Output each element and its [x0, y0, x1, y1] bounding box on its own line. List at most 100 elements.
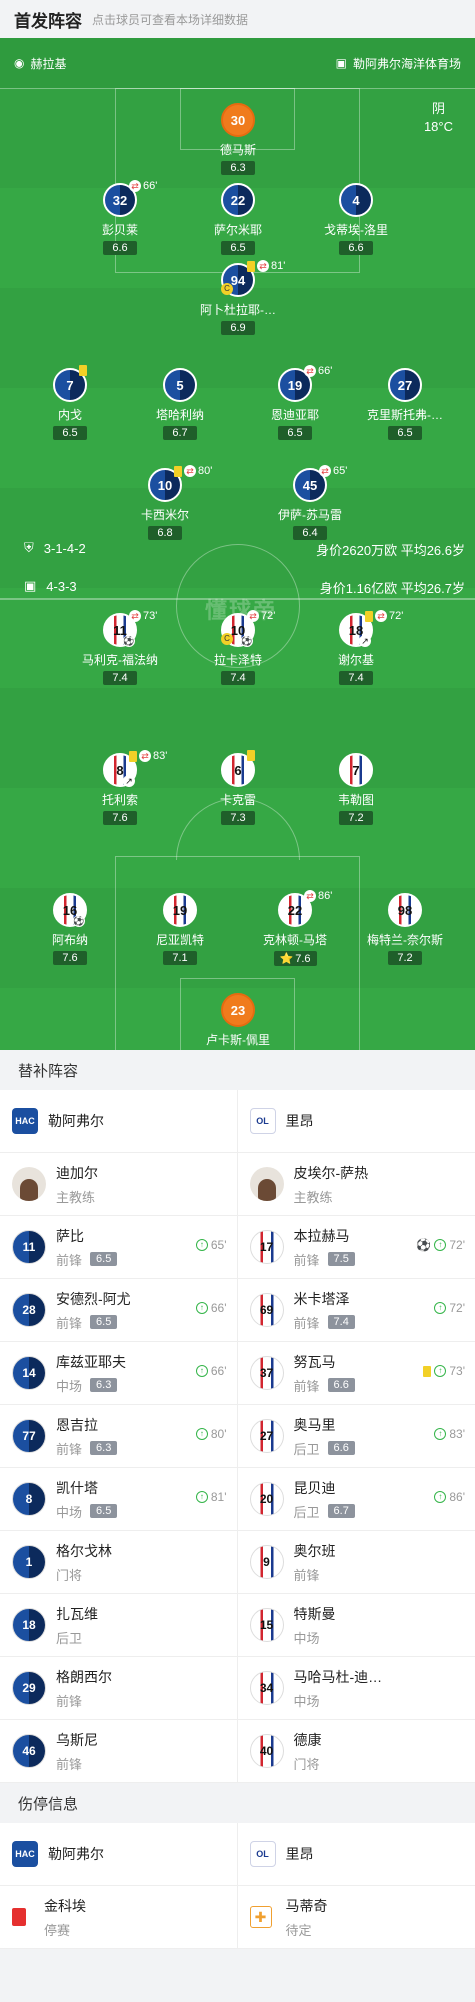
- sub-player-row[interactable]: 28 安德烈-阿尤 前锋 6.5 ↑ 66': [0, 1279, 238, 1342]
- lineup-subtitle: 点击球员可查看本场详细数据: [92, 12, 249, 27]
- sub-player-rating: 7.5: [327, 1252, 355, 1266]
- player-home-8[interactable]: 19 ⇄ 66' 恩迪亚耶 6.5: [240, 365, 350, 448]
- player-away-4[interactable]: 8 ↗ ⇄ 83' 托利索 7.6: [65, 750, 175, 833]
- jersey-number: 77: [12, 1419, 46, 1453]
- player-away-10[interactable]: 98 梅特兰-奈尔斯 7.2: [350, 893, 460, 973]
- player-home-1[interactable]: 30 德马斯 6.3: [183, 103, 293, 183]
- injury-status: 待定: [285, 1922, 312, 1938]
- away-injury-row[interactable]: ✚ 马蒂奇待定: [237, 1886, 475, 1949]
- player-rating: 6.6: [339, 241, 373, 255]
- player-home-10[interactable]: 10 ⇄ 80' 卡西米尔 6.8: [110, 465, 220, 548]
- player-events: [247, 750, 255, 761]
- player-home-3[interactable]: 22 萨尔米耶 6.5: [183, 183, 293, 263]
- home-team-row[interactable]: HAC 勒阿弗尔: [0, 1090, 238, 1153]
- sub-player-row[interactable]: 77 恩吉拉 前锋 6.3 ↑ 80': [0, 1405, 238, 1468]
- sub-player-row[interactable]: 69 米卡塔泽 前锋 7.4 ↑ 72': [237, 1279, 475, 1342]
- injured-player-name: 马蒂奇: [285, 1897, 328, 1914]
- player-away-11[interactable]: 23卢卡斯-佩里7.2: [183, 993, 293, 1050]
- yellow-card-icon: [79, 365, 87, 376]
- home-formation-text: 3-1-4-2: [43, 540, 86, 556]
- jersey-number: 28: [12, 1293, 46, 1327]
- player-away-1[interactable]: 11 ⚽ ⇄ 73' 马利克-福法纳 7.4: [65, 610, 175, 693]
- sub-minute: 80': [198, 465, 213, 477]
- sub-player-row[interactable]: 18 扎瓦维 后卫: [0, 1594, 238, 1657]
- avatar: [12, 1167, 46, 1201]
- away-team-name: 里昂: [285, 1113, 314, 1129]
- sub-off-icon: ⇄: [129, 180, 141, 192]
- player-away-6[interactable]: 7 韦勒图 7.2: [301, 753, 411, 833]
- home-team-row[interactable]: HAC 勒阿弗尔: [0, 1823, 238, 1886]
- player-name: 韦勒图: [337, 793, 374, 807]
- player-away-2[interactable]: 10 C ⚽ ⇄ 72' 拉卡泽特 7.4: [183, 610, 293, 693]
- sub-player-position-line: 前锋 7.4: [294, 1313, 355, 1332]
- sub-player-position-line: 门将: [56, 1565, 112, 1584]
- player-away-3[interactable]: 18 ↗ ⇄ 72' 谢尔基 7.4: [301, 610, 411, 693]
- player-home-5[interactable]: 94 C ⇄ 81' 阿卜杜拉耶-… 6.9: [183, 260, 293, 343]
- player-events: [79, 365, 87, 376]
- home-coach-row[interactable]: 迪加尔 主教练: [0, 1153, 238, 1216]
- sub-player-row[interactable]: 9 奥尔班 前锋: [237, 1531, 475, 1594]
- sub-player-row[interactable]: 34 马哈马杜-迪… 中场: [237, 1657, 475, 1720]
- sub-on-minute: 80': [210, 1427, 227, 1441]
- sub-player-row[interactable]: 15 特斯曼 中场: [237, 1594, 475, 1657]
- player-home-4[interactable]: 4 戈蒂埃-洛里 6.6: [301, 183, 411, 263]
- player-rating: 7.6: [53, 951, 87, 965]
- player-home-11[interactable]: 45 ⇄ 65' 伊萨-苏马雷 6.4: [255, 465, 365, 548]
- sub-player-row[interactable]: 1 格尔戈林 门将: [0, 1531, 238, 1594]
- player-away-7[interactable]: 16 ⚽ 阿布纳 7.6: [15, 893, 125, 973]
- sub-on-info: ↑ 66': [195, 1301, 227, 1315]
- player-name: 卢卡斯-佩里: [206, 1033, 270, 1047]
- player-away-8[interactable]: 19 尼亚凯特 7.1: [125, 893, 235, 973]
- sub-player-row[interactable]: 46 乌斯尼 前锋: [0, 1720, 238, 1783]
- sub-on-icon: ↑: [195, 1365, 208, 1377]
- sub-player-position: 前锋: [293, 1378, 320, 1394]
- sub-player-row[interactable]: 11 萨比 前锋 6.5 ↑ 65': [0, 1216, 238, 1279]
- sub-minute: 83': [153, 750, 168, 762]
- away-team-row[interactable]: OL 里昂: [237, 1090, 475, 1153]
- coach-name: 迪加尔: [56, 1164, 98, 1181]
- player-home-7[interactable]: 5 塔哈利纳 6.7: [125, 368, 235, 448]
- player-events: ⇄ 80': [174, 465, 212, 477]
- player-rating: 6.4: [293, 526, 327, 540]
- home-injury-row[interactable]: 金科埃 停赛: [0, 1886, 238, 1949]
- player-rating: 7.4: [339, 671, 373, 685]
- sub-player-row[interactable]: 17 本拉赫马 前锋 7.5 ⚽ ↑ 72': [237, 1216, 475, 1279]
- sub-player-row[interactable]: 40 德康 门将: [237, 1720, 475, 1783]
- sub-on-icon: ↑: [195, 1302, 208, 1314]
- away-team-row[interactable]: OL 里昂: [237, 1823, 475, 1886]
- sub-player-position: 中场: [293, 1693, 320, 1709]
- player-home-9[interactable]: 27 克里斯托弗-… 6.5: [350, 368, 460, 448]
- away-value: 身价1.16亿欧 平均26.7岁: [319, 581, 465, 596]
- away-coach-row[interactable]: 皮埃尔-萨热 主教练: [237, 1153, 475, 1216]
- sub-on-minute: 81': [210, 1490, 227, 1504]
- sub-player-row[interactable]: 8 凯什塔 中场 6.5 ↑ 81': [0, 1468, 238, 1531]
- sub-player-position: 门将: [56, 1567, 83, 1583]
- sub-player-row[interactable]: 29 格朗西尔 前锋: [0, 1657, 238, 1720]
- sub-player-row[interactable]: 37 努瓦马 前锋 6.6 ↑ 73': [237, 1342, 475, 1405]
- medical-cross-icon: ✚: [249, 1906, 272, 1928]
- sub-player-row[interactable]: 27 奥马里 后卫 6.6 ↑ 83': [237, 1405, 475, 1468]
- sub-player-position-line: 前锋 7.5: [294, 1250, 355, 1269]
- sub-player-position-line: 后卫 6.6: [294, 1439, 355, 1458]
- sub-player-name: 米卡塔泽: [293, 1290, 350, 1307]
- sub-player-row[interactable]: 20 昆贝迪 后卫 6.7 ↑ 86': [237, 1468, 475, 1531]
- sub-on-icon: ↑: [434, 1302, 447, 1314]
- player-name: 伊萨-苏马雷: [278, 508, 342, 522]
- player-away-5[interactable]: 6 卡克雷 7.3: [183, 750, 293, 833]
- jersey-number: 37: [249, 1356, 284, 1390]
- jersey-number: 46: [12, 1734, 46, 1768]
- player-name: 克林顿-马塔: [263, 933, 327, 947]
- player-name: 内戈: [57, 408, 82, 422]
- sub-player-position-line: 后卫 6.7: [294, 1502, 355, 1521]
- sub-player-row[interactable]: 14 库兹亚耶夫 中场 6.3 ↑ 66': [0, 1342, 238, 1405]
- sub-off-icon: ⇄: [257, 260, 269, 272]
- player-home-2[interactable]: 32 ⇄ 66' 彭贝莱 6.6: [65, 180, 175, 263]
- sub-player-name: 努瓦马: [293, 1353, 336, 1370]
- player-home-6[interactable]: 7 内戈 6.5: [15, 365, 125, 448]
- sub-on-minute: 66': [210, 1364, 227, 1378]
- sub-player-name: 安德烈-阿尤: [56, 1290, 131, 1307]
- player-events: ⇄ 83': [129, 750, 167, 762]
- sub-player-position: 前锋: [56, 1315, 83, 1331]
- player-away-9[interactable]: 22 ⇄ 86' 克林顿-马塔 ⭐ 7.6: [240, 890, 350, 973]
- rating-value: 7.6: [295, 953, 311, 965]
